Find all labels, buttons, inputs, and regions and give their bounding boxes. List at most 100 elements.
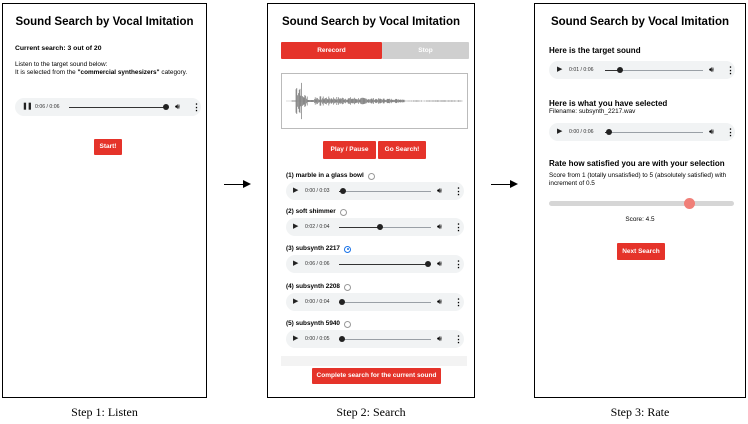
more-vert-icon[interactable]: ⋮ (454, 330, 463, 348)
arrow-right-icon (510, 180, 518, 188)
seek-track[interactable] (339, 338, 431, 340)
more-vert-icon[interactable]: ⋮ (454, 293, 463, 311)
volume-icon[interactable]: 🔊︎ (437, 293, 442, 311)
selected-filename: Filename: subsynth_2217.wav (549, 108, 636, 115)
rerecord-button[interactable]: Rerecord (281, 42, 382, 59)
page-title: Sound Search by Vocal Imitation (281, 16, 461, 28)
target-audio-player[interactable]: ▶ 0:01 / 0:06 🔊︎ ⋮ (549, 61, 735, 79)
seek-knob[interactable] (163, 104, 169, 110)
time-display: 0:00 / 0:05 (305, 336, 330, 342)
selected-sound-heading: Here is what you have selected (549, 99, 668, 108)
result-audio-player[interactable]: ▶ 0:02 / 0:04 🔊︎ ⋮ (286, 218, 464, 236)
arrow-right-icon (243, 180, 251, 188)
volume-icon[interactable]: 🔊︎ (175, 98, 180, 116)
result-select-radio[interactable] (344, 283, 351, 291)
time-display: 0:00 / 0:04 (305, 299, 330, 305)
more-vert-icon[interactable]: ⋮ (454, 218, 463, 236)
list-fade (281, 356, 467, 366)
instruction-suffix: category. (159, 69, 188, 76)
result-audio-player[interactable]: ▶ 0:00 / 0:03 🔊︎ ⋮ (286, 182, 464, 200)
play-icon[interactable]: ▶ (293, 293, 298, 311)
result-audio-player[interactable]: ▶ 0:00 / 0:04 🔊︎ ⋮ (286, 293, 464, 311)
seek-fill (69, 106, 166, 108)
next-search-button[interactable]: Next Search (617, 243, 665, 260)
more-vert-icon[interactable]: ⋮ (454, 182, 463, 200)
volume-icon[interactable]: 🔊︎ (437, 330, 442, 348)
play-pause-button[interactable]: Play / Pause (323, 141, 376, 159)
time-display: 0:00 / 0:06 (569, 129, 594, 135)
listen-instruction: Listen to the target sound below: (15, 61, 108, 68)
seek-knob[interactable] (338, 299, 345, 305)
result-audio-player[interactable]: ▶ 0:06 / 0:06 🔊︎ ⋮ (286, 255, 464, 273)
more-vert-icon[interactable]: ⋮ (726, 123, 735, 141)
seek-knob[interactable] (338, 336, 345, 342)
current-search-label: Current search: 3 out of 20 (15, 45, 102, 52)
step3-panel: Sound Search by Vocal Imitation Here is … (534, 3, 746, 398)
rate-description: Score from 1 (totally unsatisfied) to 5 … (549, 172, 727, 187)
play-icon[interactable]: ▶ (293, 255, 298, 273)
score-display: Score: 4.5 (625, 216, 655, 223)
seek-knob[interactable] (425, 261, 432, 267)
volume-icon[interactable]: 🔊︎ (709, 61, 714, 79)
time-display: 0:01 / 0:06 (569, 67, 594, 73)
time-display: 0:02 / 0:04 (305, 224, 330, 230)
start-button[interactable]: Start! (94, 139, 122, 155)
result-select-radio[interactable] (368, 172, 375, 180)
seek-knob[interactable] (377, 224, 384, 230)
volume-icon[interactable]: 🔊︎ (437, 182, 442, 200)
time-display: 0:06 / 0:06 (35, 104, 60, 110)
step2-caption: Step 2: Search (336, 405, 406, 419)
selected-audio-player[interactable]: ▶ 0:00 / 0:06 🔊︎ ⋮ (549, 123, 735, 141)
seek-fill (339, 263, 429, 265)
seek-track[interactable] (339, 301, 431, 303)
result-label: (3) subsynth 2217 (286, 245, 340, 252)
result-label: (1) marble in a glass bowl (286, 172, 364, 179)
waveform-display (281, 73, 468, 129)
play-icon[interactable]: ▶ (293, 182, 298, 200)
more-vert-icon[interactable]: ⋮ (454, 255, 463, 273)
result-label: (4) subsynth 2208 (286, 283, 340, 290)
instruction-prefix: It is selected from the (15, 69, 78, 76)
step3-caption: Step 3: Rate (610, 405, 670, 419)
result-audio-player[interactable]: ▶ 0:00 / 0:05 🔊︎ ⋮ (286, 330, 464, 348)
seek-knob[interactable] (605, 129, 612, 135)
result-select-radio[interactable] (344, 320, 351, 328)
step2-panel: Sound Search by Vocal Imitation Rerecord… (267, 3, 475, 398)
stop-button[interactable]: Stop (382, 42, 469, 59)
seek-knob[interactable] (339, 188, 346, 194)
step1-caption: Step 1: Listen (71, 405, 138, 419)
play-icon[interactable]: ▶ (557, 61, 562, 79)
waveform-svg (286, 82, 463, 120)
score-slider-knob[interactable] (683, 198, 695, 209)
result-select-radio[interactable] (340, 208, 347, 216)
pause-icon[interactable]: ❚❚ (22, 98, 33, 116)
score-slider-track[interactable] (549, 201, 734, 206)
seek-knob[interactable] (616, 67, 623, 73)
seek-fill (339, 226, 381, 228)
volume-icon[interactable]: 🔊︎ (709, 123, 714, 141)
category-instruction: It is selected from the "commercial synt… (15, 69, 187, 77)
time-display: 0:00 / 0:03 (305, 188, 330, 194)
more-vert-icon[interactable]: ⋮ (192, 98, 201, 116)
arrow-right-icon (224, 184, 244, 185)
play-icon[interactable]: ▶ (293, 218, 298, 236)
volume-icon[interactable]: 🔊︎ (437, 218, 442, 236)
time-display: 0:06 / 0:06 (305, 261, 330, 267)
step1-panel: Sound Search by Vocal Imitation Current … (2, 3, 207, 398)
more-vert-icon[interactable]: ⋮ (726, 61, 735, 79)
page-title: Sound Search by Vocal Imitation (15, 16, 194, 28)
seek-track[interactable] (605, 131, 703, 133)
target-audio-player[interactable]: ❚❚ 0:06 / 0:06 🔊︎ ⋮ (15, 98, 201, 116)
play-icon[interactable]: ▶ (557, 123, 562, 141)
arrow-right-icon (491, 184, 511, 185)
page-title: Sound Search by Vocal Imitation (550, 16, 730, 28)
result-label: (2) soft shimmer (286, 208, 336, 215)
complete-search-button[interactable]: Complete search for the current sound (312, 368, 441, 384)
seek-track[interactable] (339, 190, 431, 192)
target-sound-heading: Here is the target sound (549, 46, 641, 55)
play-icon[interactable]: ▶ (293, 330, 298, 348)
go-search-button[interactable]: Go Search! (378, 141, 426, 159)
volume-icon[interactable]: 🔊︎ (437, 255, 442, 273)
result-select-radio[interactable] (344, 245, 351, 253)
result-label: (5) subsynth 5940 (286, 320, 340, 327)
